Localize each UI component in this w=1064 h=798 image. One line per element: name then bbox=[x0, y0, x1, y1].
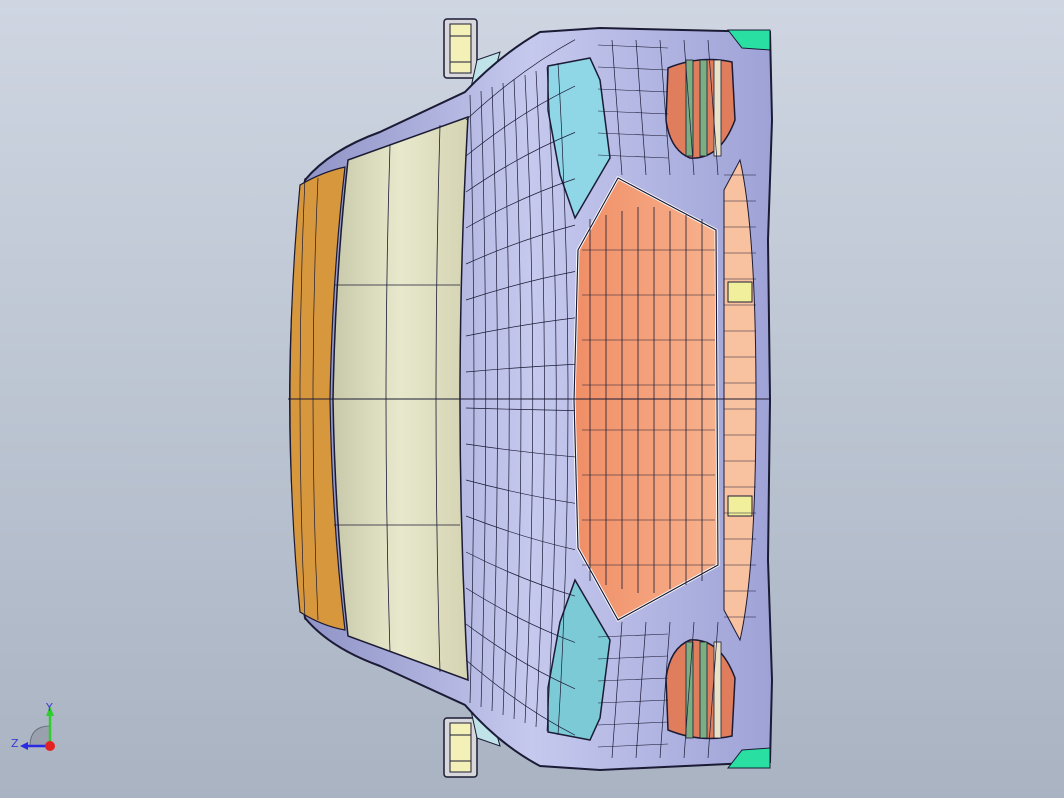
triad-z-label: Z bbox=[11, 737, 19, 750]
triad-y-label: Y bbox=[45, 701, 53, 714]
graphics-viewport[interactable]: Y Z bbox=[0, 0, 1064, 798]
car-model-view[interactable]: Y Z bbox=[0, 0, 1064, 798]
triad-origin-icon bbox=[45, 741, 55, 751]
bumper-marker-top bbox=[727, 281, 753, 303]
